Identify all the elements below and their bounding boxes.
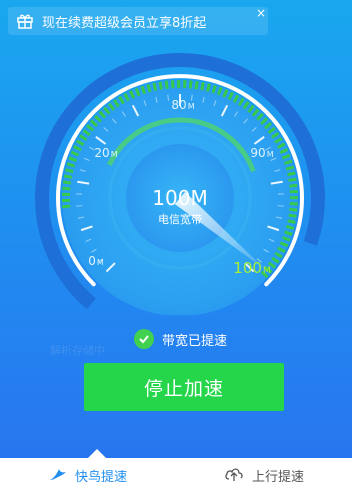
- promo-banner[interactable]: 现在续费超级会员立享8折起: [8, 7, 268, 35]
- tab-fast-bird[interactable]: 快鸟提速: [0, 458, 176, 493]
- gauge-tick: [191, 94, 193, 101]
- tab-label: 快鸟提速: [74, 470, 127, 485]
- gauge-tick: [167, 94, 169, 101]
- promo-text: 现在续费超级会员立享8折起: [42, 15, 207, 31]
- check-icon: [134, 329, 154, 349]
- ghost-text: 解析存储中: [50, 344, 105, 357]
- speed-value: 100M: [152, 186, 207, 210]
- status-row: 带宽已提速: [134, 328, 227, 350]
- close-icon[interactable]: ×: [254, 6, 268, 20]
- tab-label: 上行提速: [251, 470, 304, 485]
- bottom-tab-bar: 快鸟提速 上行提速: [0, 458, 352, 493]
- status-text: 带宽已提速: [162, 333, 228, 349]
- speed-label: 电信宽带: [158, 212, 202, 226]
- gift-icon: [16, 12, 34, 30]
- active-tab-notch: [88, 449, 106, 458]
- cloud-upload-icon: [224, 466, 244, 486]
- speed-gauge: 100M 电信宽带 0M20M80M90M100M: [35, 53, 325, 315]
- tab-upload-boost[interactable]: 上行提速: [176, 458, 352, 493]
- bird-icon: [49, 466, 67, 486]
- stop-acceleration-button[interactable]: 停止加速: [84, 363, 284, 411]
